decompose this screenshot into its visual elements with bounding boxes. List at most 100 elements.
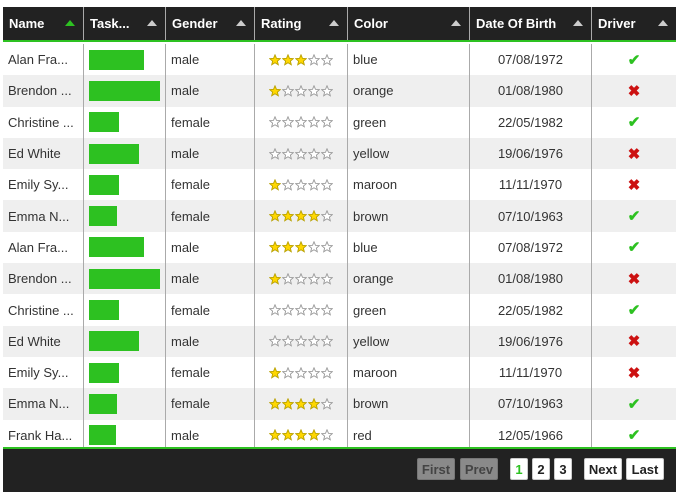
star-empty-icon (282, 335, 294, 348)
table-row[interactable]: Emma N... female brown 07/10/1963 ✔ (3, 388, 676, 420)
cell-name: Alan Fra... (3, 44, 84, 76)
star-filled-icon (308, 429, 320, 441)
star-filled-icon (269, 429, 281, 441)
column-header-gender[interactable]: Gender (166, 7, 255, 40)
cell-name: Christine ... (3, 294, 84, 326)
dob-text: 07/08/1972 (497, 239, 564, 255)
star-rating[interactable] (269, 241, 333, 254)
table-row[interactable]: Alan Fra... male blue 07/08/1972 ✔ (3, 44, 676, 76)
star-rating[interactable] (269, 397, 333, 410)
cell-name: Ed White (3, 137, 84, 170)
cell-name: Emma N... (3, 388, 84, 420)
name-text: Emma N... (8, 396, 70, 412)
color-text: brown (353, 208, 389, 224)
cross-icon: ✖ (627, 364, 641, 382)
cell-gender: male (166, 137, 255, 170)
star-rating[interactable] (269, 429, 333, 441)
column-header-name[interactable]: Name (3, 7, 84, 40)
column-header-date-of-birth[interactable]: Date Of Birth (470, 7, 592, 40)
column-header-label: Rating (261, 16, 302, 31)
first-page-button[interactable]: First (417, 458, 455, 480)
star-empty-icon (282, 366, 294, 379)
cell-date-of-birth: 19/06/1976 (470, 325, 592, 357)
sort-icon (451, 20, 461, 26)
star-filled-icon (295, 53, 307, 66)
cross-icon: ✖ (627, 176, 641, 194)
check-icon: ✔ (627, 51, 641, 69)
cell-rating (255, 44, 348, 76)
star-empty-icon (308, 147, 320, 160)
star-filled-icon (282, 53, 294, 66)
star-empty-icon (295, 147, 307, 160)
check-icon: ✔ (627, 239, 641, 257)
cell-color: yellow (348, 325, 470, 357)
column-header-driver[interactable]: Driver (592, 7, 676, 40)
cell-rating (255, 231, 348, 264)
star-empty-icon (269, 147, 281, 160)
table-row[interactable]: Alan Fra... male blue 07/08/1972 ✔ (3, 231, 676, 264)
table-row[interactable]: Emily Sy... female maroon 11/11/1970 ✖ (3, 356, 676, 389)
progress-bar (89, 393, 117, 414)
table-row[interactable]: Christine ... female green 22/05/1982 ✔ (3, 294, 676, 326)
column-header-label: Gender (172, 16, 218, 31)
table-row[interactable]: Christine ... female green 22/05/1982 ✔ (3, 106, 676, 138)
cell-task-progress (84, 231, 166, 264)
star-rating[interactable] (269, 335, 333, 348)
cell-color: maroon (348, 356, 470, 389)
star-empty-icon (321, 147, 333, 160)
star-rating[interactable] (269, 210, 333, 222)
table-footer: First Prev 1 2 3 Next Last (3, 447, 676, 492)
page-button-2[interactable]: 2 (532, 458, 550, 480)
column-header-task-progress[interactable]: Task... (84, 7, 166, 40)
cell-driver: ✖ (592, 75, 676, 106)
star-rating[interactable] (269, 84, 333, 97)
gender-text: male (171, 146, 200, 162)
name-text: Frank Ha... (8, 427, 73, 443)
gender-text: female (171, 208, 211, 224)
cell-gender: female (166, 200, 255, 232)
cell-rating (255, 325, 348, 357)
gender-text: female (171, 114, 211, 130)
star-rating[interactable] (269, 304, 333, 316)
color-text: green (353, 302, 387, 318)
cell-color: brown (348, 200, 470, 232)
star-rating[interactable] (269, 147, 333, 160)
prev-page-button[interactable]: Prev (460, 458, 498, 480)
table-row[interactable]: Ed White male yellow 19/06/1976 ✖ (3, 325, 676, 357)
star-empty-icon (282, 178, 294, 191)
star-filled-icon (269, 53, 281, 66)
table-row[interactable]: Brendon ... male orange 01/08/1980 ✖ (3, 263, 676, 295)
star-rating[interactable] (269, 53, 333, 66)
cell-rating (255, 75, 348, 107)
column-header-color[interactable]: Color (348, 7, 470, 40)
last-page-button[interactable]: Last (626, 458, 664, 480)
star-filled-icon (269, 366, 281, 379)
cell-rating (255, 137, 348, 170)
star-rating[interactable] (269, 366, 333, 379)
progress-bar (89, 49, 144, 70)
table-row[interactable]: Ed White male yellow 19/06/1976 ✖ (3, 137, 676, 170)
star-rating[interactable] (269, 272, 333, 285)
cell-color: maroon (348, 169, 470, 201)
cell-driver: ✖ (592, 263, 676, 294)
table-row[interactable]: Emily Sy... female maroon 11/11/1970 ✖ (3, 169, 676, 201)
cell-date-of-birth: 22/05/1982 (470, 106, 592, 138)
table-row[interactable]: Emma N... female brown 07/10/1963 ✔ (3, 200, 676, 232)
star-empty-icon (282, 84, 294, 97)
cell-date-of-birth: 07/10/1963 (470, 388, 592, 420)
page-button-1[interactable]: 1 (510, 458, 528, 480)
star-rating[interactable] (269, 116, 333, 128)
star-filled-icon (282, 429, 294, 441)
star-empty-icon (295, 366, 307, 379)
page-button-3[interactable]: 3 (554, 458, 572, 480)
star-rating[interactable] (269, 178, 333, 191)
star-filled-icon (269, 241, 281, 254)
name-text: Ed White (8, 333, 61, 349)
progress-bar (89, 237, 144, 258)
cell-name: Ed White (3, 325, 84, 357)
table-row[interactable]: Brendon ... male orange 01/08/1980 ✖ (3, 75, 676, 107)
next-page-button[interactable]: Next (584, 458, 622, 480)
star-empty-icon (282, 272, 294, 285)
column-header-rating[interactable]: Rating (255, 7, 348, 40)
column-header-label: Task... (90, 16, 130, 31)
